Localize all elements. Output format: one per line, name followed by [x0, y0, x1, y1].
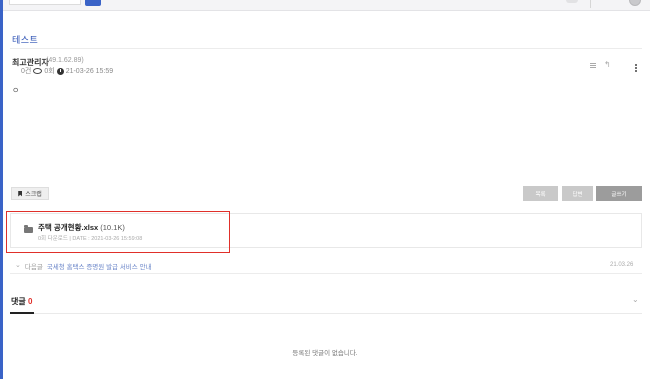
list-button[interactable]: 목록 [523, 186, 558, 201]
write-button[interactable]: 글쓰기 [596, 186, 642, 201]
chevron-down-icon[interactable]: ⌄ [632, 295, 639, 304]
comments-tab-count: 0 [27, 297, 33, 306]
top-header [3, 0, 650, 11]
scrap-label: 스크랩 [25, 192, 42, 198]
highlight-box [6, 211, 230, 253]
post-meta: 0건 0회 21-03-26 15:59 [21, 66, 113, 76]
next-post-label: 다음글 [24, 264, 43, 271]
next-post-date: 21.03.26 [610, 262, 634, 268]
search-button[interactable] [85, 0, 101, 6]
left-accent-strip [0, 0, 3, 379]
view-count: 0회 [44, 68, 55, 75]
header-icon[interactable] [566, 0, 578, 3]
divider [10, 48, 642, 49]
post-content: ㅇ [12, 86, 20, 95]
list-button-label: 목록 [535, 191, 546, 198]
search-input[interactable] [9, 0, 81, 5]
comments-divider [10, 313, 642, 314]
eye-icon [33, 68, 43, 74]
comments-tab-underline [10, 312, 34, 314]
divider [10, 273, 642, 274]
next-post-link[interactable]: 국세청 홈택스 증명원 발급 서비스 안내 [47, 261, 152, 271]
reply-button-label: 답변 [572, 191, 583, 198]
comments-tab-label: 댓글 [11, 297, 26, 306]
clock-icon [56, 67, 64, 75]
chevron-down-icon: ⌄ [15, 262, 21, 269]
post-datetime: 21-03-26 15:59 [65, 67, 114, 75]
reply-icon[interactable]: ↰ [604, 60, 611, 69]
reply-button[interactable]: 답변 [562, 186, 593, 201]
next-post-row: ⌄ 다음글 국세청 홈택스 증명원 발급 서비스 안내 [15, 261, 152, 271]
write-button-label: 글쓰기 [611, 191, 627, 198]
more-icon[interactable] [635, 64, 637, 72]
board-title[interactable]: 테스트 [12, 33, 38, 46]
list-icon[interactable] [590, 63, 596, 68]
scrap-button[interactable]: 스크랩 [11, 187, 49, 200]
bookmark-icon [18, 190, 23, 197]
empty-comments-message: 등록된 댓글이 없습니다. [292, 350, 358, 357]
post-author-ip: (49.1.62.89) [46, 57, 84, 64]
comment-count: 0건 [21, 68, 32, 75]
comments-tab[interactable]: 댓글 0 [11, 296, 32, 307]
avatar[interactable] [629, 0, 641, 6]
header-divider [590, 0, 591, 8]
